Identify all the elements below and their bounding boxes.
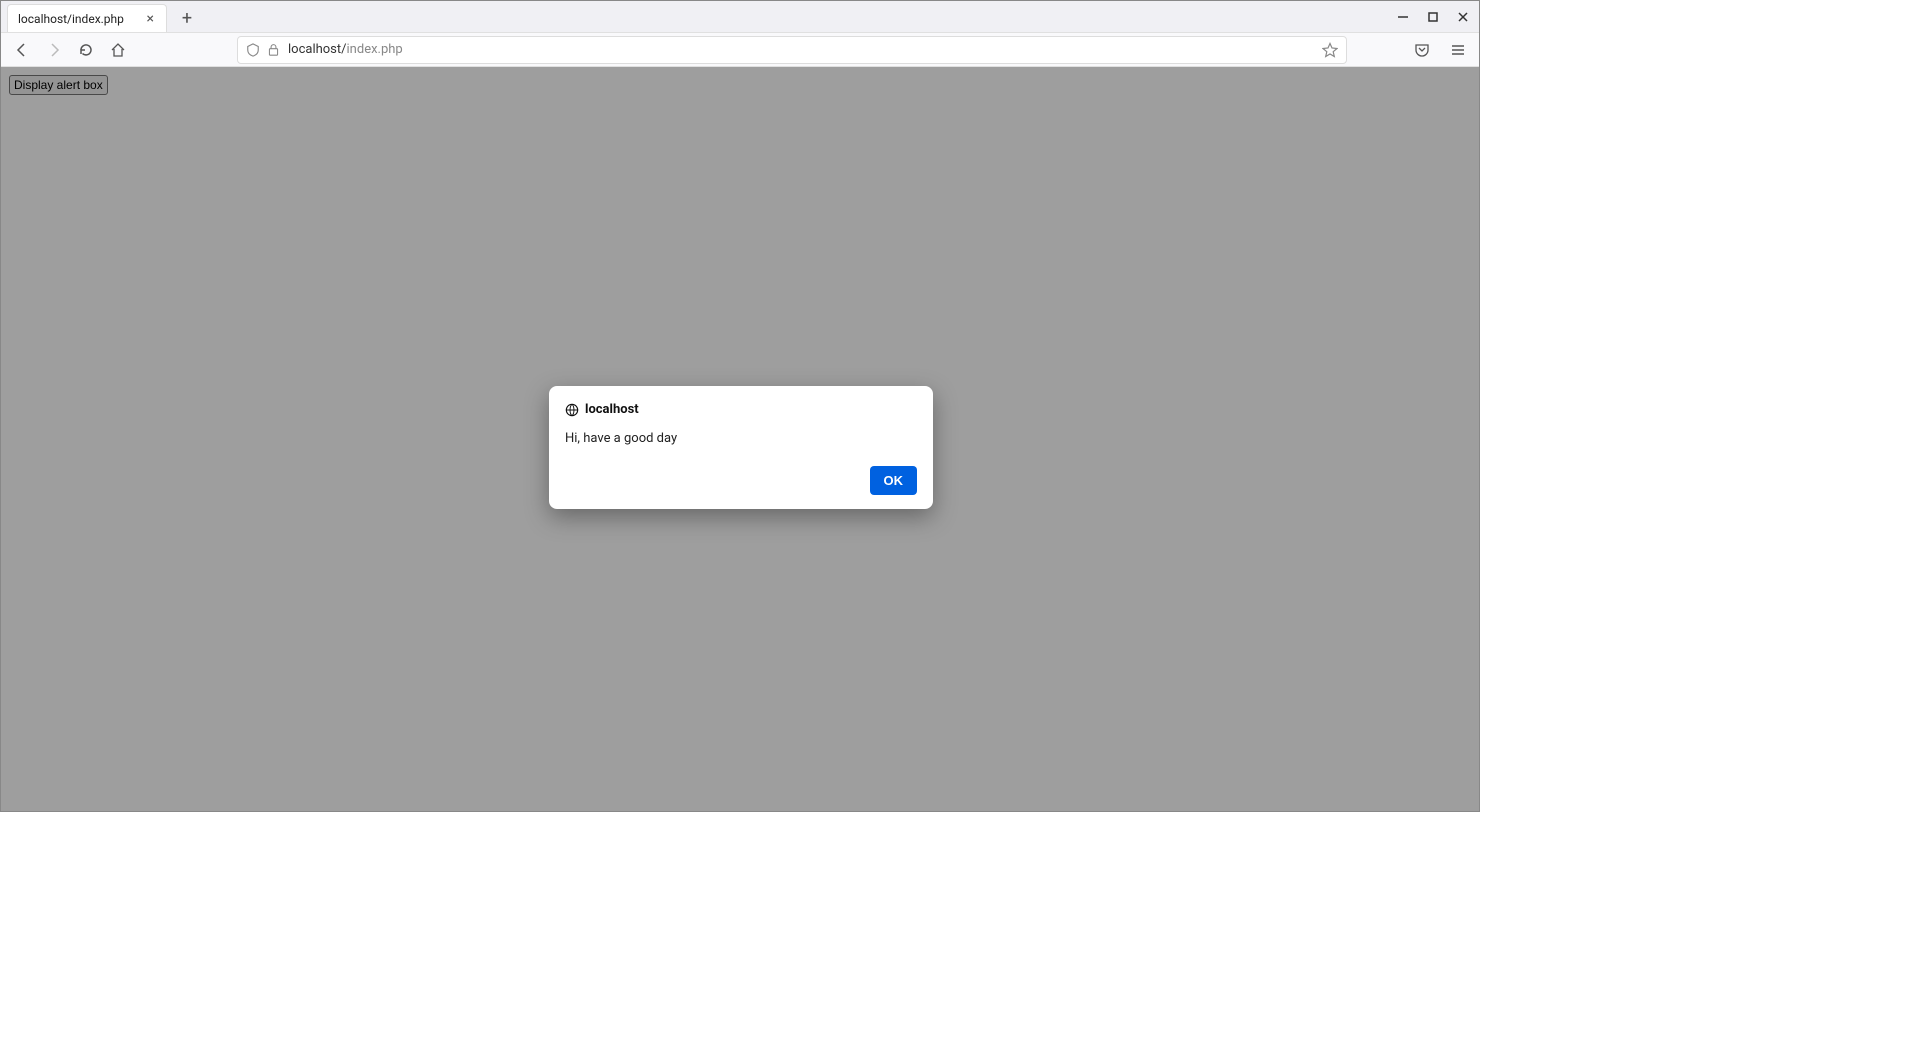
close-window-button[interactable] (1455, 9, 1471, 25)
dialog-actions: OK (565, 466, 917, 495)
dialog-source: localhost (585, 402, 639, 417)
dialog-header: localhost (565, 402, 917, 417)
bookmark-star-icon[interactable] (1322, 42, 1338, 58)
tab-active[interactable]: localhost/index.php × (7, 4, 167, 32)
tab-bar: localhost/index.php × + (1, 1, 1479, 33)
hamburger-menu-icon[interactable] (1445, 37, 1471, 63)
toolbar-right (1409, 37, 1471, 63)
home-button[interactable] (105, 37, 131, 63)
alert-dialog: localhost Hi, have a good day OK (549, 386, 933, 509)
maximize-button[interactable] (1425, 9, 1441, 25)
url-bar[interactable]: localhost/index.php (237, 36, 1347, 64)
browser-toolbar: localhost/index.php (1, 33, 1479, 67)
close-tab-icon[interactable]: × (145, 11, 156, 27)
window-controls (1395, 1, 1471, 33)
ok-button[interactable]: OK (870, 466, 918, 495)
forward-button[interactable] (41, 37, 67, 63)
lock-icon (267, 43, 280, 56)
url-text: localhost/index.php (288, 42, 403, 57)
url-host: localhost/ (288, 42, 347, 57)
shield-icon[interactable] (246, 43, 280, 57)
pocket-icon[interactable] (1409, 37, 1435, 63)
globe-icon (565, 403, 579, 417)
minimize-button[interactable] (1395, 9, 1411, 25)
page-content: Display alert box localhost Hi, have a g… (1, 67, 1479, 811)
new-tab-button[interactable]: + (173, 4, 201, 32)
dialog-message: Hi, have a good day (565, 431, 917, 446)
reload-button[interactable] (73, 37, 99, 63)
url-path: index.php (347, 42, 403, 57)
tab-title: localhost/index.php (18, 12, 124, 26)
back-button[interactable] (9, 37, 35, 63)
